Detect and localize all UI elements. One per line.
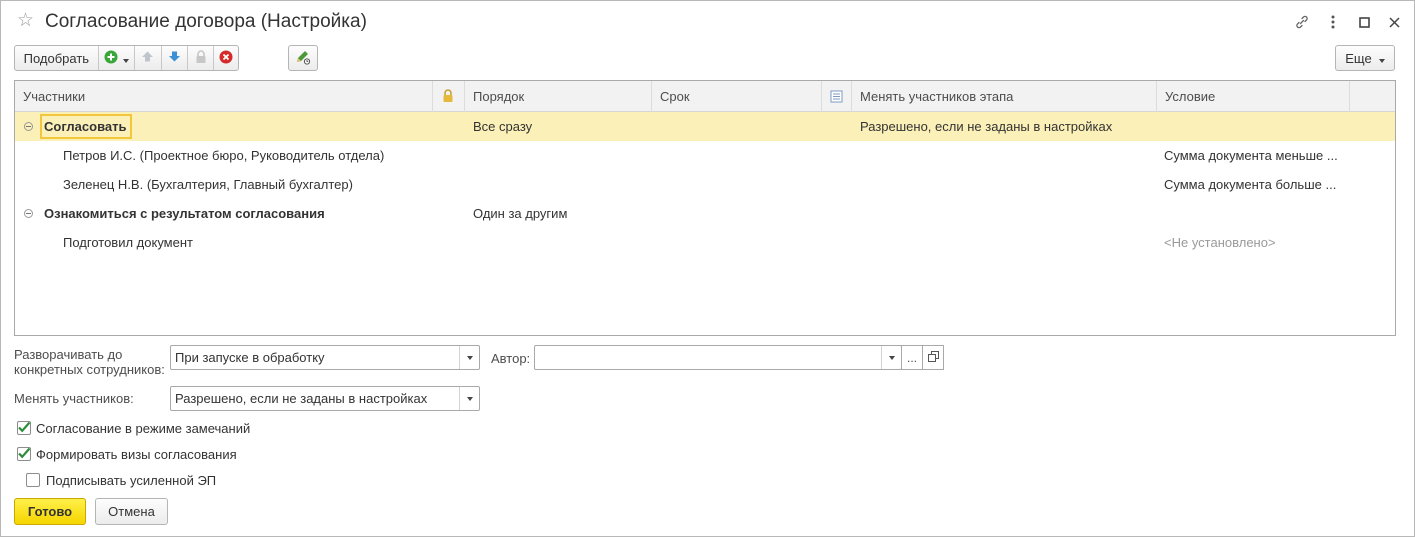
sign-qes-checkbox[interactable]	[26, 473, 40, 487]
maximize-icon[interactable]	[1353, 11, 1375, 33]
ok-button[interactable]: Готово	[14, 498, 86, 525]
title-bar: ☆ Согласование договора (Настройка)	[1, 1, 1414, 43]
column-header-change-participants[interactable]: Менять участников этапа	[852, 81, 1157, 112]
add-icon	[104, 50, 118, 67]
author-input[interactable]	[534, 345, 902, 370]
column-header-term[interactable]: Срок	[652, 81, 822, 112]
author-select-label: ...	[906, 350, 917, 365]
table-row[interactable]: Согласовать Все сразу Разрешено, если не…	[15, 112, 1395, 141]
checkmark-icon	[18, 447, 31, 459]
checkmark-icon	[18, 421, 31, 433]
lock-column-icon	[442, 89, 454, 104]
collapse-icon[interactable]	[24, 209, 33, 218]
visas-label[interactable]: Формировать визы согласования	[36, 447, 237, 462]
condition-value: Сумма документа меньше ...	[1164, 148, 1338, 163]
note-column-icon	[830, 89, 843, 104]
expand-label-line2: конкретных сотрудников:	[14, 362, 165, 377]
column-header-participants[interactable]: Участники	[15, 81, 433, 112]
table-row[interactable]: Подготовил документ <Не установлено>	[15, 228, 1395, 257]
expand-select-value: При запуске в обработку	[175, 350, 325, 365]
participant-name: Ознакомиться с результатом согласования	[44, 206, 325, 221]
author-open-button[interactable]	[922, 345, 944, 370]
participant-name: Согласовать	[44, 119, 127, 134]
column-header-note[interactable]	[822, 81, 852, 112]
add-button[interactable]	[99, 46, 136, 70]
delete-button[interactable]	[214, 46, 238, 70]
pick-button[interactable]: Подобрать	[15, 46, 99, 70]
cancel-button[interactable]: Отмена	[95, 498, 168, 525]
more-button-label: Еще	[1345, 50, 1372, 66]
close-icon[interactable]	[1383, 11, 1405, 33]
condition-value: Сумма документа больше ...	[1164, 177, 1337, 192]
arrow-down-icon	[168, 50, 181, 66]
table-row[interactable]: Ознакомиться с результатом согласования …	[15, 199, 1395, 228]
sign-qes-label[interactable]: Подписывать усиленной ЭП	[46, 473, 216, 488]
remarks-mode-label[interactable]: Согласование в режиме замечаний	[36, 421, 250, 436]
pick-button-label: Подобрать	[23, 50, 90, 66]
participant-name: Зеленец Н.В. (Бухгалтерия, Главный бухга…	[63, 177, 353, 192]
dropdown-arrow-icon[interactable]	[459, 346, 479, 369]
pencil-icon	[295, 49, 311, 68]
change-participants-select[interactable]: Разрешено, если не заданы в настройках	[170, 386, 480, 411]
more-actions-icon[interactable]	[1322, 11, 1344, 33]
add-dropdown-icon	[122, 51, 129, 66]
cancel-button-label: Отмена	[108, 504, 155, 519]
author-label: Автор:	[491, 351, 531, 366]
participants-table[interactable]: Участники Порядок Срок Менять участников…	[14, 80, 1396, 336]
change-participants-value: Разрешено, если не заданы в настройках	[175, 391, 428, 406]
favorite-star-icon[interactable]: ☆	[17, 11, 34, 31]
move-down-button[interactable]	[162, 46, 188, 70]
chevron-down-icon	[1378, 51, 1385, 66]
lock-icon	[195, 49, 207, 67]
condition-value: <Не установлено>	[1164, 235, 1276, 250]
more-button[interactable]: Еще	[1335, 45, 1395, 71]
move-up-button[interactable]	[135, 46, 162, 70]
column-header-order[interactable]: Порядок	[465, 81, 652, 112]
delete-icon	[219, 50, 233, 67]
participant-name: Петров И.С. (Проектное бюро, Руководител…	[63, 148, 385, 163]
dropdown-arrow-icon[interactable]	[459, 387, 479, 410]
edit-condition-button[interactable]	[288, 45, 318, 71]
column-header-condition[interactable]: Условие	[1157, 81, 1350, 112]
open-icon	[927, 350, 939, 365]
expand-select[interactable]: При запуске в обработку	[170, 345, 480, 370]
toolbar-main-group: Подобрать	[14, 45, 239, 71]
ok-button-label: Готово	[27, 504, 73, 519]
order-value: Один за другим	[473, 206, 568, 221]
change-participants-label: Менять участников:	[14, 391, 134, 406]
link-icon[interactable]	[1291, 11, 1313, 33]
dropdown-arrow-icon[interactable]	[881, 346, 901, 369]
form-window: ☆ Согласование договора (Настройка) Подо…	[0, 0, 1415, 537]
visas-checkbox[interactable]	[17, 447, 31, 461]
order-value: Все сразу	[473, 119, 533, 134]
author-select-button[interactable]: ...	[901, 345, 923, 370]
window-title: Согласование договора (Настройка)	[45, 11, 367, 32]
table-row[interactable]: Зеленец Н.В. (Бухгалтерия, Главный бухга…	[15, 170, 1395, 199]
change-value: Разрешено, если не заданы в настройках	[860, 119, 1113, 134]
lock-button[interactable]	[188, 46, 215, 70]
column-header-lock[interactable]	[433, 81, 465, 112]
arrow-up-icon	[141, 50, 154, 66]
table-header: Участники Порядок Срок Менять участников…	[15, 81, 1395, 112]
remarks-mode-checkbox[interactable]	[17, 421, 31, 435]
participant-name: Подготовил документ	[63, 235, 193, 250]
table-row[interactable]: Петров И.С. (Проектное бюро, Руководител…	[15, 141, 1395, 170]
collapse-icon[interactable]	[24, 122, 33, 131]
expand-label-line1: Разворачивать до	[14, 347, 123, 362]
